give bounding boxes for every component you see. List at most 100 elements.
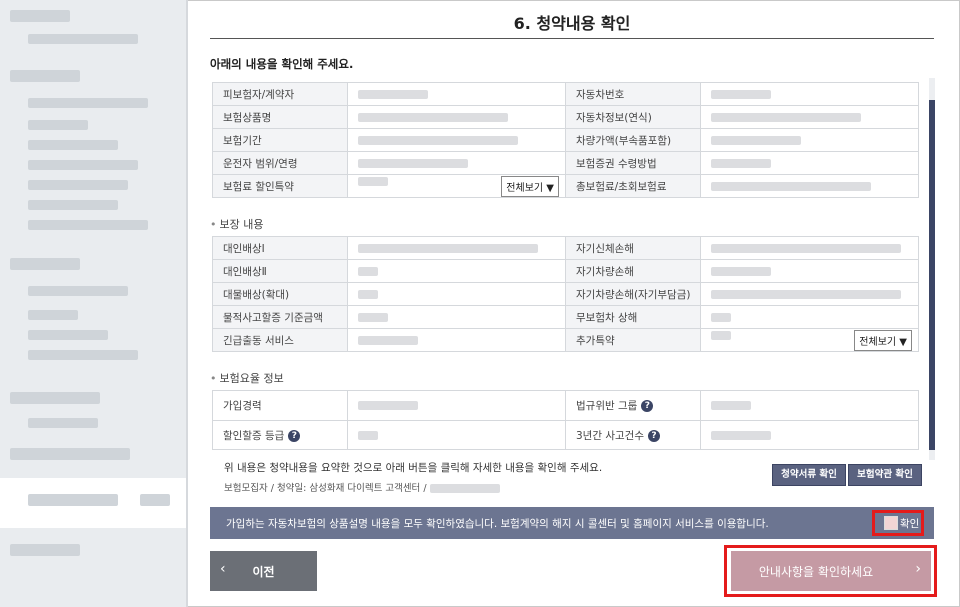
sidebar-item[interactable] [10, 258, 80, 270]
row-label: 총보험료/초회보험료 [565, 174, 701, 198]
sidebar-item[interactable] [28, 220, 148, 230]
prev-button[interactable]: ‹ 이전 [210, 551, 317, 591]
sidebar-item[interactable] [28, 160, 138, 170]
bullet-icon: • [210, 372, 217, 385]
table-row: 물적사고할증 기준금액 무보험차 상해 [212, 305, 919, 329]
confirm-text: 가입하는 자동차보험의 상품설명 내용을 모두 확인하였습니다. 보험계약의 해… [226, 518, 769, 530]
prev-button-label: 이전 [252, 565, 275, 579]
help-icon[interactable]: ? [641, 400, 654, 412]
sidebar-item[interactable] [10, 544, 80, 556]
row-value [700, 259, 919, 283]
row-label: 자기차량손해 [565, 259, 701, 283]
row-label-text: 할인할증 등급 [223, 429, 285, 442]
redacted-value [711, 112, 861, 122]
row-value [347, 259, 566, 283]
sidebar-item[interactable] [28, 200, 118, 210]
row-value [700, 282, 919, 306]
redacted-value [358, 112, 508, 122]
redacted-value [358, 158, 468, 168]
row-label: 보험증권 수령방법 [565, 151, 701, 175]
sidebar-item[interactable] [10, 392, 100, 404]
row-value [700, 105, 919, 129]
documents-check-button[interactable]: 청약서류 확인 [772, 464, 846, 486]
view-all-label: 전체보기 [859, 336, 897, 348]
confirm-checkbox[interactable] [884, 516, 898, 530]
redacted-value [358, 289, 378, 299]
table-row: 피보험자/계약자 자동차번호 [212, 82, 919, 106]
sidebar-item[interactable] [28, 98, 148, 108]
next-button[interactable]: 안내사항을 확인하세요 › [731, 551, 931, 591]
redacted-value [358, 89, 428, 99]
redacted-value [711, 243, 901, 253]
sidebar-item-selected-label [28, 494, 118, 506]
sidebar-item[interactable] [28, 330, 108, 340]
redacted-value [711, 331, 731, 340]
sidebar-item[interactable] [28, 286, 128, 296]
title-divider [210, 38, 934, 39]
confirm-checkbox-label[interactable]: 확인 [900, 516, 919, 531]
sidebar-item[interactable] [28, 418, 98, 428]
redacted-value [711, 181, 871, 191]
help-icon[interactable]: ? [647, 429, 660, 442]
row-value [347, 282, 566, 306]
row-label: 무보험차 상해 [565, 305, 701, 329]
row-value [347, 128, 566, 152]
row-value [347, 420, 566, 450]
next-button-label: 안내사항을 확인하세요 [758, 565, 874, 579]
scrollbar-thumb[interactable] [929, 100, 935, 450]
confirm-bar: 가입하는 자동차보험의 상품설명 내용을 모두 확인하였습니다. 보험계약의 해… [210, 507, 934, 539]
table-row: 할인할증 등급? 3년간 사고건수? [212, 420, 919, 450]
main-content: 6. 청약내용 확인 아래의 내용을 확인해 주세요. 피보험자/계약자 자동차… [188, 0, 960, 607]
row-label: 대물배상(확대) [212, 282, 348, 306]
help-icon[interactable]: ? [288, 429, 301, 442]
redacted-value [358, 335, 418, 345]
coverage-table: 대인배상Ⅰ 자기신체손해 대인배상Ⅱ 자기차량손해 대물배상(확대) 자기차량손… [212, 236, 919, 352]
row-label: 3년간 사고건수? [565, 420, 701, 450]
redacted-value [358, 266, 378, 276]
sidebar-item[interactable] [28, 310, 78, 320]
recruiter-note: 보험모집자 / 청약일: 삼성화재 다이렉트 고객센터 / [224, 480, 500, 494]
row-value [700, 420, 919, 450]
row-value: 전체보기 ▼ [347, 174, 566, 198]
sidebar-item[interactable] [28, 120, 88, 130]
sidebar-item[interactable] [28, 350, 138, 360]
view-all-dropdown[interactable]: 전체보기 ▼ [854, 329, 912, 351]
row-label-text: 3년간 사고건수 [576, 429, 644, 442]
summary-note: 위 내용은 청약내용을 요약한 것으로 아래 버튼을 클릭해 자세한 내용을 확… [224, 462, 603, 474]
view-all-dropdown[interactable]: 전체보기 ▼ [501, 175, 559, 197]
row-label-text: 법규위반 그룹 [576, 400, 638, 412]
row-label: 자동차번호 [565, 82, 701, 106]
row-value [700, 128, 919, 152]
caret-down-icon: ▼ [899, 336, 907, 348]
row-label: 추가특약 [565, 328, 701, 352]
bullet-icon: • [210, 218, 217, 231]
redacted-value [711, 430, 771, 440]
sidebar-item[interactable] [28, 140, 118, 150]
rate-section-title: • 보험요율 정보 [210, 370, 284, 386]
table-row: 보험상품명 자동차정보(연식) [212, 105, 919, 129]
page-title: 6. 청약내용 확인 [513, 14, 631, 33]
row-label: 할인할증 등급? [212, 420, 348, 450]
row-value [347, 151, 566, 175]
table-row: 대물배상(확대) 자기차량손해(자기부담금) [212, 282, 919, 306]
row-value [347, 82, 566, 106]
row-value [700, 151, 919, 175]
redacted-value [429, 484, 500, 493]
contract-table: 피보험자/계약자 자동차번호 보험상품명 자동차정보(연식) 보험기간 차량가액… [212, 82, 919, 198]
redacted-value [358, 430, 378, 440]
sidebar-item[interactable] [28, 34, 138, 44]
terms-check-button[interactable]: 보험약관 확인 [848, 464, 922, 486]
sidebar-item[interactable] [10, 10, 70, 22]
table-row: 운전자 범위/연령 보험증권 수령방법 [212, 151, 919, 175]
table-row: 가입경력 법규위반 그룹? [212, 390, 919, 421]
sidebar-item[interactable] [28, 180, 128, 190]
table-row: 대인배상Ⅱ 자기차량손해 [212, 259, 919, 283]
row-label: 운전자 범위/연령 [212, 151, 348, 175]
row-label: 차량가액(부속품포함) [565, 128, 701, 152]
sidebar-item[interactable] [10, 70, 80, 82]
sidebar-item[interactable] [10, 448, 130, 460]
row-label: 자기신체손해 [565, 236, 701, 260]
chevron-right-icon: › [915, 561, 921, 577]
redacted-value [711, 266, 771, 276]
table-row: 대인배상Ⅰ 자기신체손해 [212, 236, 919, 260]
